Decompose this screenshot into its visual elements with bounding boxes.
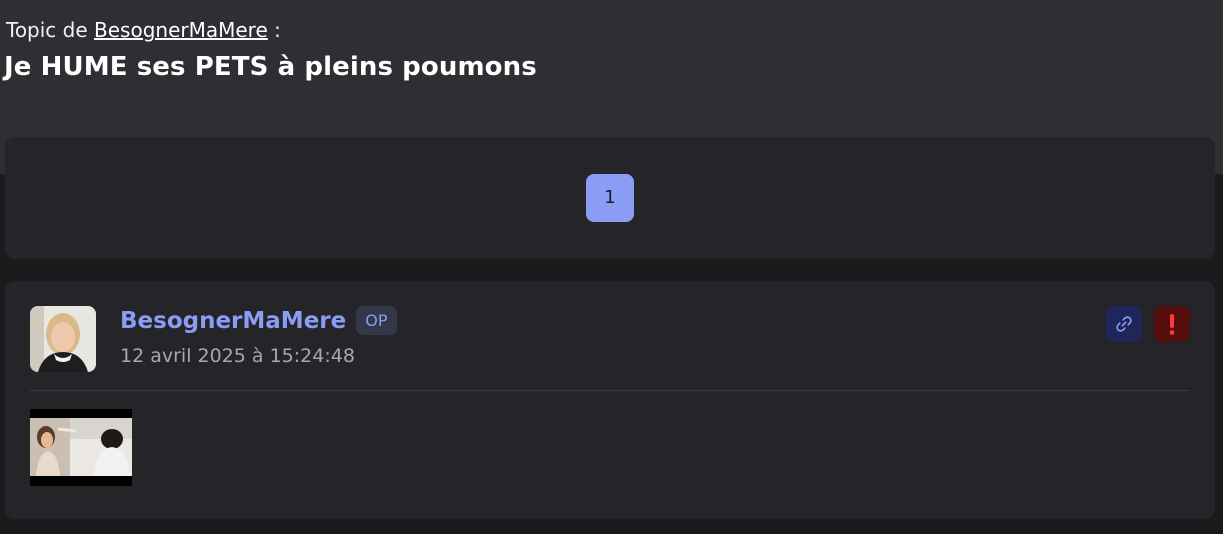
page-button-current[interactable]: 1: [586, 174, 634, 222]
link-icon: [1116, 316, 1132, 332]
topic-prefix: Topic de: [6, 18, 88, 42]
topic-header: Topic de BesognerMaMere : Je HUME ses PE…: [4, 16, 537, 82]
topic-suffix: :: [274, 18, 281, 42]
post-date: 12 avril 2025 à 15:24:48: [120, 345, 355, 367]
thumbnail-image: [30, 409, 132, 486]
copy-link-button[interactable]: [1106, 306, 1142, 342]
avatar[interactable]: [30, 306, 96, 372]
post-image-thumbnail[interactable]: [30, 409, 132, 486]
post-card: BesognerMaMere OP 12 avril 2025 à 15:24:…: [5, 281, 1215, 519]
topic-byline: Topic de BesognerMaMere :: [6, 16, 537, 44]
pagination-card: 1: [5, 137, 1215, 259]
report-button[interactable]: [1154, 306, 1190, 342]
page-title: Je HUME ses PETS à pleins poumons: [4, 52, 537, 82]
op-badge: OP: [356, 306, 397, 335]
post-divider: [30, 390, 1190, 391]
topic-author-link[interactable]: BesognerMaMere: [94, 18, 268, 42]
author-row: BesognerMaMere OP: [120, 306, 397, 335]
avatar-image: [30, 306, 96, 372]
author-name-link[interactable]: BesognerMaMere: [120, 308, 346, 334]
exclamation-icon: [1169, 314, 1175, 335]
